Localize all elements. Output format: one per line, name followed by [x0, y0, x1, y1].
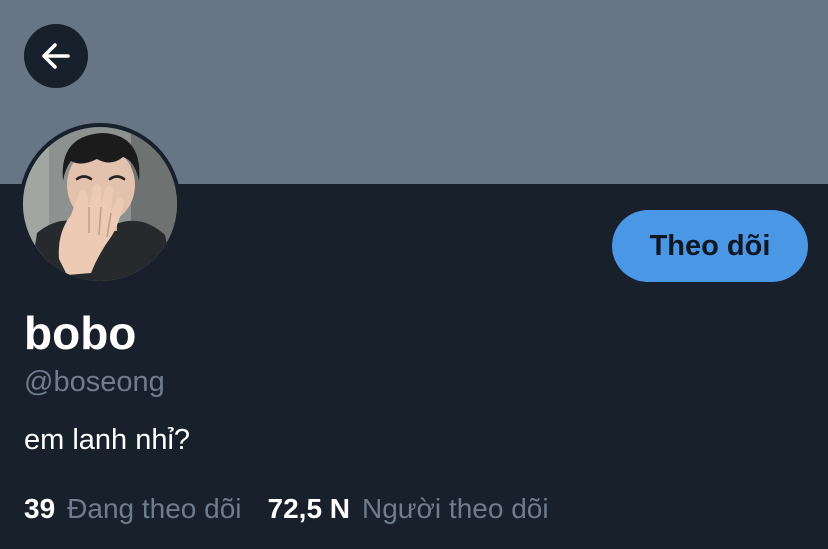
back-button[interactable] — [24, 24, 88, 88]
display-name: bobo — [24, 307, 137, 359]
arrow-left-icon — [38, 38, 74, 74]
avatar[interactable] — [19, 123, 181, 285]
following-label: Đang theo dõi — [67, 493, 242, 524]
following-stat[interactable]: 39 Đang theo dõi — [24, 491, 242, 527]
profile-stats: 39 Đang theo dõi 72,5 N Người theo dõi — [24, 491, 549, 527]
followers-count: 72,5 N — [267, 493, 351, 524]
follow-button[interactable]: Theo dõi — [612, 210, 808, 282]
following-count: 39 — [24, 493, 56, 524]
followers-label: Người theo dõi — [362, 493, 549, 524]
profile-handle: @boseong — [24, 366, 165, 398]
followers-stat[interactable]: 72,5 N Người theo dõi — [268, 491, 549, 527]
profile-bio: em lanh nhỉ? — [24, 424, 191, 456]
profile-page: Theo dõi bobo @boseong em lanh nhỉ? 39 Đ… — [0, 0, 828, 549]
